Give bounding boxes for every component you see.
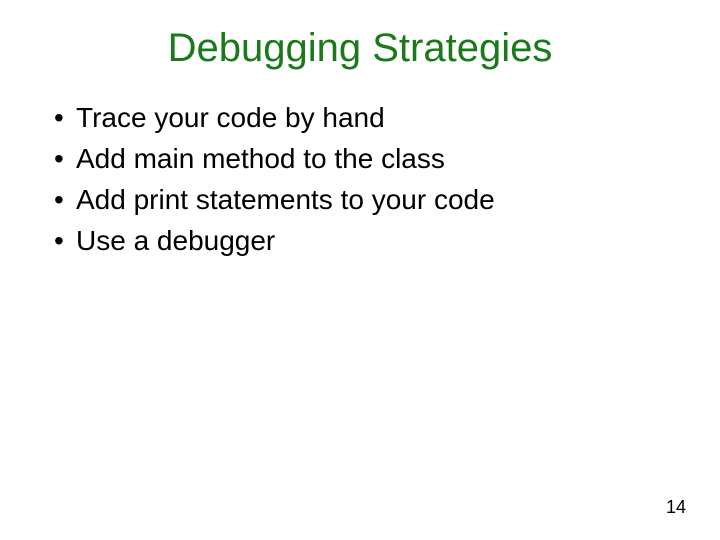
list-item-text: Add print statements to your code (76, 182, 495, 217)
list-item-text: Use a debugger (76, 223, 275, 258)
page-number: 14 (666, 497, 686, 518)
bullet-dot: • (54, 100, 76, 135)
slide-title: Debugging Strategies (0, 26, 720, 71)
slide: Debugging Strategies • Trace your code b… (0, 0, 720, 540)
list-item-text: Trace your code by hand (76, 100, 385, 135)
bullet-list: • Trace your code by hand • Add main met… (54, 100, 666, 264)
list-item-text: Add main method to the class (76, 141, 445, 176)
bullet-dot: • (54, 141, 76, 176)
list-item: • Add main method to the class (54, 141, 666, 176)
bullet-dot: • (54, 182, 76, 217)
list-item: • Use a debugger (54, 223, 666, 258)
bullet-dot: • (54, 223, 76, 258)
list-item: • Add print statements to your code (54, 182, 666, 217)
list-item: • Trace your code by hand (54, 100, 666, 135)
